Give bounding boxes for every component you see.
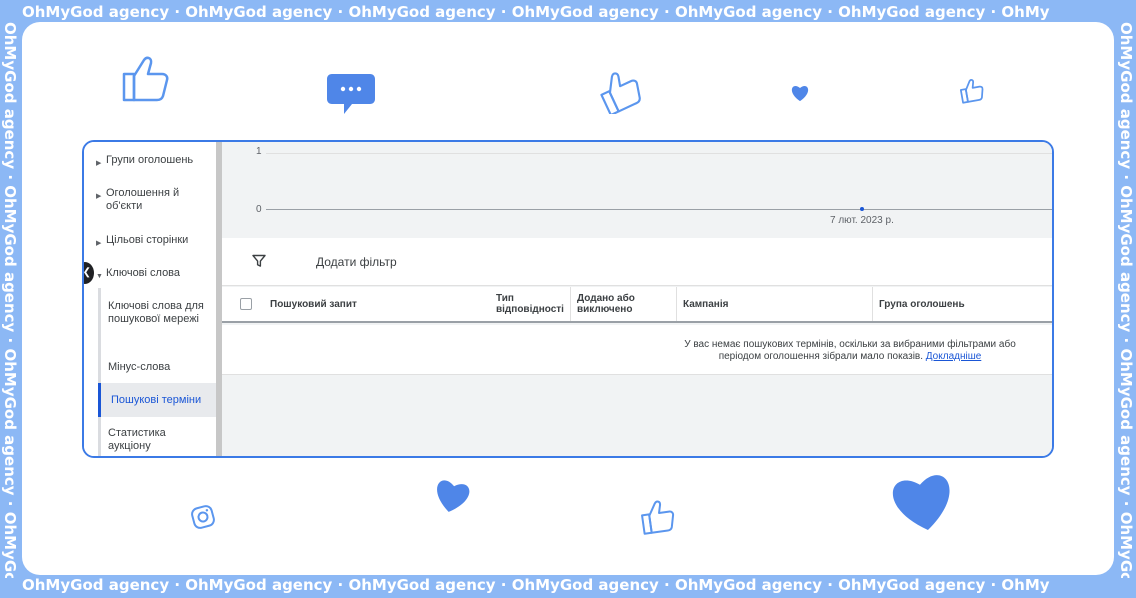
caret-right-icon: ▶ <box>96 193 102 200</box>
add-filter-button[interactable]: Додати фільтр <box>316 255 397 269</box>
main-panel: 1 0 7 лют. 2023 р. Додати фільтр Пошуков… <box>222 142 1052 456</box>
sidebar-item-negative-keywords[interactable]: Мінус-слова <box>108 361 213 374</box>
sidebar-item-search-terms[interactable]: Пошукові терміни <box>98 383 216 417</box>
caret-down-icon: ▼ <box>96 273 103 280</box>
sub-nav-line <box>98 288 101 456</box>
thumbs-up-icon <box>641 500 675 535</box>
y-tick-label: 1 <box>256 146 262 157</box>
thumbs-up-icon <box>959 79 984 104</box>
data-point <box>860 207 864 211</box>
chat-bubble-icon <box>327 74 375 114</box>
y-tick-label: 0 <box>256 204 262 215</box>
x-tick-label: 7 лют. 2023 р. <box>830 215 894 226</box>
sidebar: ▶ Групи оголошень ▶ Оголошення й об'єкти ▶… <box>84 142 216 456</box>
learn-more-link[interactable]: Докладніше <box>926 351 982 362</box>
thumbs-up-icon <box>122 56 169 102</box>
column-header-campaign[interactable]: Кампанія <box>676 287 872 321</box>
column-header-added-excluded[interactable]: Додано або виключено <box>570 287 676 321</box>
sidebar-item-ads-assets[interactable]: ▶ Оголошення й об'єкти <box>96 187 206 213</box>
sidebar-item-auction-insights[interactable]: Статистика аукціону <box>108 427 188 453</box>
thumbs-up-icon <box>600 72 641 114</box>
caret-right-icon: ▶ <box>96 160 102 167</box>
heart-icon <box>437 480 470 512</box>
caret-right-icon: ▶ <box>96 240 102 247</box>
column-header-ad-group[interactable]: Група оголошень <box>872 287 1052 321</box>
x-axis-line <box>266 209 1052 210</box>
empty-state-message: У вас немає пошукових термінів, оскільки… <box>684 339 1016 362</box>
border-text-top: OhMyGod agency · OhMyGod agency · OhMyGo… <box>22 3 1050 21</box>
heart-icon <box>892 475 950 531</box>
select-all-checkbox[interactable] <box>240 298 252 310</box>
sidebar-item-search-keywords[interactable]: Ключові слова для пошукової мережі <box>108 300 213 326</box>
filter-bar: Додати фільтр <box>222 238 1052 286</box>
collapse-sidebar-button[interactable]: ❮ <box>84 262 94 284</box>
heart-icon <box>791 86 809 102</box>
performance-chart: 1 0 7 лют. 2023 р. <box>222 142 1052 238</box>
border-text-bottom: OhMyGod agency · OhMyGod agency · OhMyGo… <box>22 576 1050 594</box>
instagram-icon <box>191 505 215 529</box>
border-text-right: OhMyGod agency · OhMyGod agency · OhMyGo… <box>1117 22 1135 578</box>
filter-icon[interactable] <box>252 254 266 268</box>
column-header-match-type[interactable]: Тип відповідності <box>490 287 570 321</box>
sidebar-item-keywords[interactable]: ▼ Ключові слова <box>96 267 180 283</box>
table-header: Пошуковий запит Тип відповідності Додано… <box>222 287 1052 323</box>
grid-line <box>266 153 1052 154</box>
column-header-search-term[interactable]: Пошуковий запит <box>264 287 490 321</box>
empty-state-row: У вас немає пошукових термінів, оскільки… <box>222 325 1052 375</box>
sidebar-item-ad-groups[interactable]: ▶ Групи оголошень <box>96 154 193 170</box>
border-text-left: OhMyGod agency · OhMyGod agency · OhMyGo… <box>1 22 19 578</box>
sidebar-item-landing-pages[interactable]: ▶ Цільові сторінки <box>96 234 188 250</box>
screenshot-card: ▶ Групи оголошень ▶ Оголошення й об'єкти ▶… <box>82 140 1054 458</box>
